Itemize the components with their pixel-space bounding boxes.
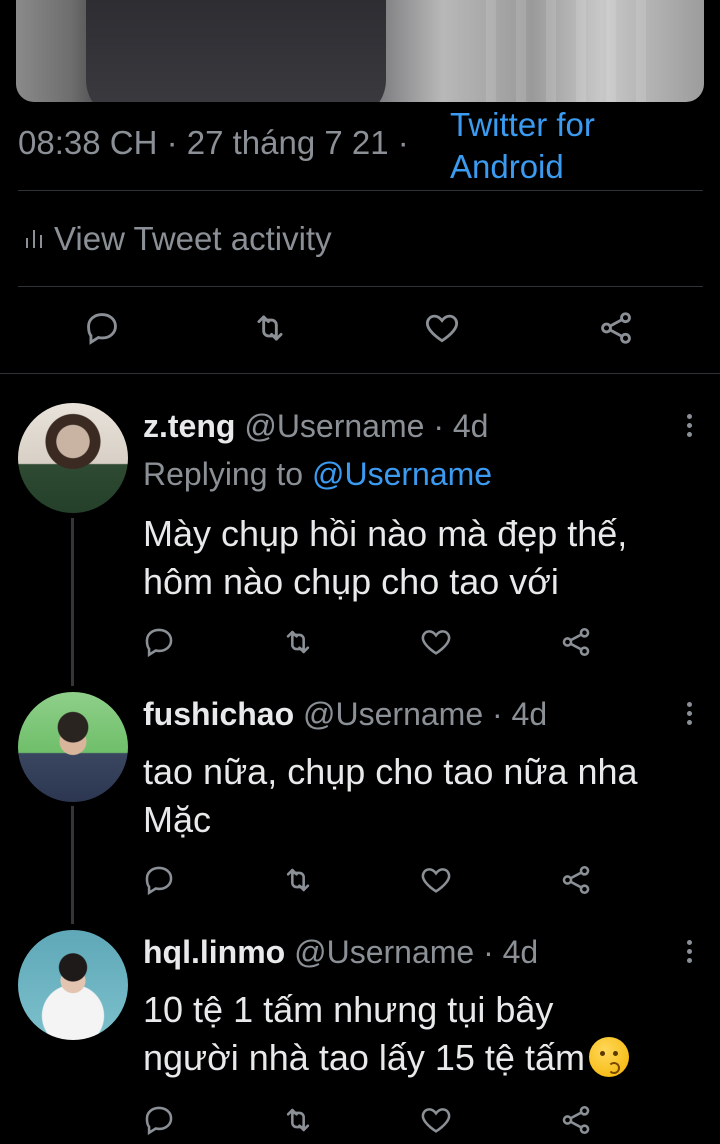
reply-icon[interactable] — [135, 1096, 183, 1144]
share-icon[interactable] — [552, 618, 600, 666]
reply-text: Mày chụp hồi nào mà đẹp thế, hôm nào chụ… — [143, 510, 703, 606]
reply-text: tao nữa, chụp cho tao nữa nha Mặc — [143, 748, 703, 844]
tweet-meta: 08:38 CH · 27 tháng 7 21 · Twitter for A… — [18, 104, 708, 188]
retweet-icon[interactable] — [274, 618, 322, 666]
more-icon[interactable] — [682, 698, 696, 732]
reply-header: z.teng @Username · 4d — [143, 408, 488, 445]
handle-time: @Username · 4d — [244, 408, 489, 444]
retweet-icon[interactable] — [274, 1096, 322, 1144]
avatar[interactable] — [18, 930, 128, 1040]
reply-icon[interactable] — [78, 304, 126, 352]
share-icon[interactable] — [552, 1096, 600, 1144]
like-icon[interactable] — [418, 304, 466, 352]
reply-text-line: hôm nào chụp cho tao với — [143, 561, 559, 602]
retweet-icon[interactable] — [246, 304, 294, 352]
reply-header: fushichao @Username · 4d — [143, 696, 547, 733]
reply-text: 10 tệ 1 tấm nhưng tụi bây người nhà tao … — [143, 986, 703, 1082]
display-name[interactable]: fushichao — [143, 696, 294, 732]
tweet-photo[interactable] — [16, 0, 704, 102]
tweet-source-link[interactable]: Twitter for Android — [450, 104, 650, 188]
handle-time: @Username · 4d — [303, 696, 548, 732]
avatar[interactable] — [18, 403, 128, 513]
divider — [18, 286, 703, 287]
thread-line — [71, 518, 74, 686]
reply-text-line: Mày chụp hồi nào mà đẹp thế, — [143, 513, 628, 554]
kissing-face-emoji-icon — [588, 1037, 629, 1078]
share-icon[interactable] — [592, 304, 640, 352]
activity-icon — [24, 220, 46, 258]
like-icon[interactable] — [412, 1096, 460, 1144]
display-name[interactable]: hql.linmo — [143, 934, 285, 970]
handle-time: @Username · 4d — [294, 934, 539, 970]
like-icon[interactable] — [412, 856, 460, 904]
more-icon[interactable] — [682, 936, 696, 970]
replying-to: Replying to @Username — [143, 456, 492, 493]
retweet-icon[interactable] — [274, 856, 322, 904]
thread-line — [71, 806, 74, 924]
tweet-timestamp: 08:38 CH · 27 tháng 7 21 · — [18, 124, 409, 161]
reply-header: hql.linmo @Username · 4d — [143, 934, 538, 971]
more-icon[interactable] — [682, 410, 696, 444]
reply-text-line: 10 tệ 1 tấm nhưng tụi bây — [143, 989, 554, 1030]
like-icon[interactable] — [412, 618, 460, 666]
reply-text-line: tao nữa, chụp cho tao nữa nha — [143, 751, 638, 792]
reply-text-line: Mặc — [143, 799, 212, 840]
avatar[interactable] — [18, 692, 128, 802]
activity-label: View Tweet activity — [54, 220, 332, 257]
reply-text-segment: người nhà tao lấy 15 tệ tấm — [143, 1037, 585, 1078]
divider — [0, 373, 720, 374]
tweet-action-bar — [0, 300, 720, 360]
reply-icon[interactable] — [135, 618, 183, 666]
replying-mention[interactable]: @Username — [312, 456, 492, 492]
reply-icon[interactable] — [135, 856, 183, 904]
divider — [18, 190, 703, 191]
reply-text-line: người nhà tao lấy 15 tệ tấm — [143, 1034, 703, 1082]
display-name[interactable]: z.teng — [143, 408, 235, 444]
share-icon[interactable] — [552, 856, 600, 904]
photo-figure — [86, 0, 386, 102]
view-tweet-activity-button[interactable]: View Tweet activity — [24, 220, 332, 258]
replying-prefix: Replying to — [143, 456, 312, 492]
